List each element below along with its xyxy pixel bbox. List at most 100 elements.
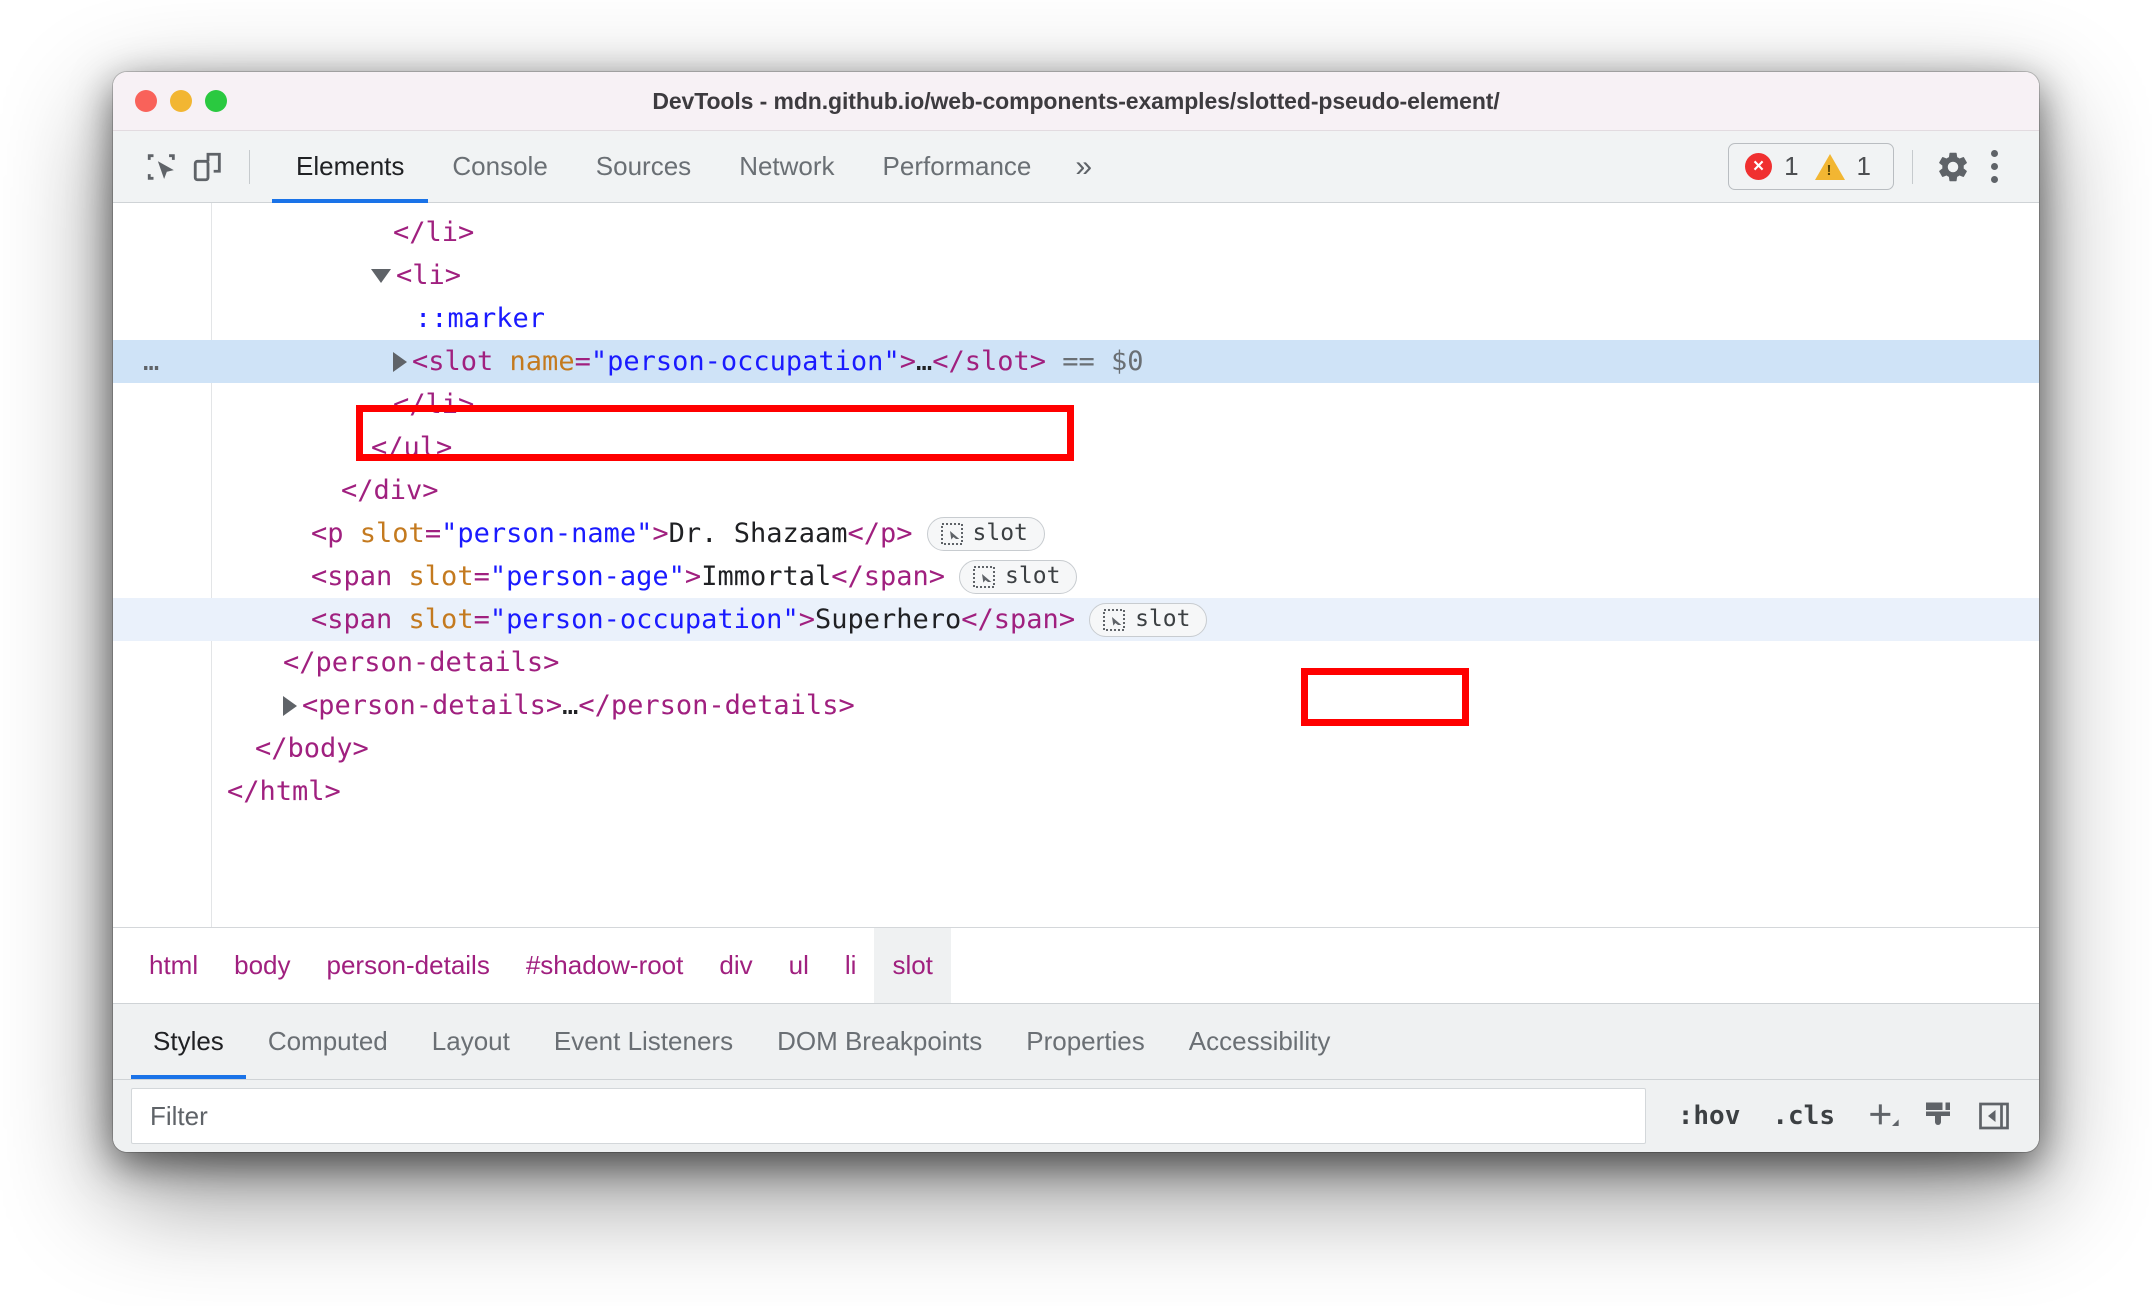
token-text-node: … [915, 346, 933, 377]
plus-icon[interactable] [1857, 1091, 1907, 1141]
breadcrumb-item--shadow-root[interactable]: #shadow-root [508, 928, 702, 1003]
dom-row-p-person-name[interactable]: <p slot = "person-name" > Dr. Shazaam </p> slo… [113, 512, 2039, 555]
error-count: 1 [1784, 151, 1799, 181]
dom-row-close-person-details[interactable]: </person-details> [113, 641, 2039, 684]
dom-row-content: <li> [113, 254, 461, 297]
dom-row-content: <span slot = "person-occupation" > Superhero… [113, 598, 1208, 641]
token-tag: </ul> [371, 432, 453, 463]
sidebar-toggle-icon[interactable] [1969, 1091, 2019, 1141]
filter-placeholder: Filter [150, 1100, 208, 1131]
collapse-triangle-icon[interactable] [371, 268, 391, 283]
sidebar-tab-dom-breakpoints[interactable]: DOM Breakpoints [755, 1004, 1004, 1079]
token-tag: </slot> [932, 346, 1047, 377]
warning-icon: ! [1814, 153, 1845, 180]
expand-triangle-icon[interactable] [283, 695, 297, 716]
dom-row-close-li-1[interactable]: </li> [113, 211, 2039, 254]
breadcrumb-item-div[interactable]: div [701, 928, 770, 1003]
dom-row-person-details-2[interactable]: <person-details>… </person-details> [113, 684, 2039, 727]
dom-row-close-html[interactable]: </html> [113, 770, 2039, 813]
dom-row-content: </person-details> [113, 641, 559, 684]
token-attr-val: "person-name" [441, 518, 653, 549]
kebab-dot-3 [1990, 176, 1998, 183]
cls-button[interactable]: .cls [1756, 1101, 1851, 1131]
dom-tree-panel[interactable]: </li> <li>::marker… <slot name = "person-occ… [113, 203, 2039, 928]
tab-console[interactable]: Console [428, 131, 571, 203]
breadcrumb-item-ul[interactable]: ul [771, 928, 827, 1003]
breadcrumb-item-body[interactable]: body [216, 928, 308, 1003]
tab-network[interactable]: Network [715, 131, 858, 203]
filter-input[interactable]: Filter [131, 1088, 1646, 1144]
token-tag: > [684, 561, 702, 592]
slot-badge[interactable]: slot [926, 516, 1045, 551]
gear-icon[interactable] [1931, 145, 1975, 189]
minimize-button[interactable] [170, 90, 192, 112]
dom-row-close-div[interactable]: </div> [113, 469, 2039, 512]
token-tag: <slot [412, 346, 510, 377]
token-pseudo: ::marker [415, 303, 546, 334]
tab-sources[interactable]: Sources [572, 131, 715, 203]
dom-row-slot-selected[interactable]: … <slot name = "person-occupation" >… </slot>… [113, 340, 2039, 383]
token-tag: <person-details> [302, 690, 563, 721]
breadcrumb-item-slot[interactable]: slot [874, 928, 951, 1003]
token-tag: = [473, 604, 490, 635]
slot-badge-label: slot [1005, 563, 1061, 589]
dom-row-content: </li> [113, 383, 474, 426]
token-attr-name: slot [408, 604, 474, 635]
kebab-menu-icon[interactable] [1975, 145, 2013, 189]
breadcrumb: html body person-details #shadow-root div ul l… [113, 928, 2039, 1004]
styles-filter-bar: Filter :hov .cls [113, 1080, 2039, 1152]
sidebar-tab-accessibility[interactable]: Accessibility [1167, 1004, 1353, 1079]
slot-cursor-icon [940, 522, 964, 546]
dom-row-content: </div> [113, 469, 439, 512]
token-tag: > [652, 518, 669, 549]
dom-row-content: <person-details>… </person-details> [113, 684, 855, 727]
token-tag: </li> [393, 389, 475, 420]
breadcrumb-item-person-details[interactable]: person-details [309, 928, 508, 1003]
dom-row-marker-pseudo[interactable]: ::marker [113, 297, 2039, 340]
hov-button[interactable]: :hov [1662, 1101, 1757, 1131]
slot-badge[interactable]: slot [1089, 602, 1208, 637]
sidebar-tab-computed[interactable]: Computed [246, 1004, 410, 1079]
breadcrumb-item-html[interactable]: html [131, 928, 216, 1003]
sidebar-tab-styles[interactable]: Styles [131, 1004, 246, 1079]
dom-row-open-li[interactable]: <li> [113, 254, 2039, 297]
inspect-element-icon[interactable] [139, 144, 185, 190]
dom-tree-rows: </li> <li>::marker… <slot name = "person-occ… [113, 203, 2039, 813]
dom-row-content: <p slot = "person-name" > Dr. Shazaam </p> slo… [113, 512, 1045, 555]
zoom-button[interactable] [205, 90, 227, 112]
issues-counter[interactable]: × 1 ! 1 [1728, 143, 1894, 190]
devtools-window: DevTools - mdn.github.io/web-components-… [113, 72, 2039, 1152]
paintbrush-icon[interactable] [1913, 1091, 1963, 1141]
token-text-node: Superhero [814, 604, 962, 635]
token-tag: </p> [847, 518, 913, 549]
token-tag: <li> [396, 260, 462, 291]
sidebar-tab-layout[interactable]: Layout [410, 1004, 532, 1079]
dom-row-span-person-occupation[interactable]: <span slot = "person-occupation" > Superhero… [113, 598, 2039, 641]
breadcrumb-item-li[interactable]: li [827, 928, 875, 1003]
row-overflow-dots[interactable]: … [143, 340, 161, 383]
dom-row-close-li-2[interactable]: </li> [113, 383, 2039, 426]
token-tag: </body> [255, 733, 369, 764]
screenshot-root: DevTools - mdn.github.io/web-components-… [0, 0, 2152, 1306]
sidebar-tab-event-listeners[interactable]: Event Listeners [532, 1004, 755, 1079]
warning-glyph: ! [1826, 161, 1832, 179]
dom-row-close-body[interactable]: </body> [113, 727, 2039, 770]
dom-row-close-ul[interactable]: </ul> [113, 426, 2039, 469]
token-attr-val: "person-occupation" [489, 604, 799, 635]
token-tag: </person-details> [283, 647, 560, 678]
token-attr-val: "person-age" [489, 561, 685, 592]
sidebar-tab-properties[interactable]: Properties [1004, 1004, 1167, 1079]
tab-elements[interactable]: Elements [272, 131, 429, 203]
slot-badge[interactable]: slot [959, 559, 1078, 594]
more-tabs-button[interactable]: » [1055, 131, 1112, 203]
token-tag: </div> [341, 475, 439, 506]
dom-row-content: <slot name = "person-occupation" >… </slot> … [113, 340, 1144, 383]
expand-triangle-icon[interactable] [393, 351, 407, 372]
dom-row-content: ::marker [113, 297, 545, 340]
close-button[interactable] [135, 90, 157, 112]
dom-row-content: </li> [113, 211, 474, 254]
dom-row-content: <span slot = "person-age" > Immortal </span> s… [113, 555, 1078, 598]
dom-row-span-person-age[interactable]: <span slot = "person-age" > Immortal </span> s… [113, 555, 2039, 598]
device-toolbar-icon[interactable] [185, 144, 231, 190]
tab-performance[interactable]: Performance [859, 131, 1056, 203]
